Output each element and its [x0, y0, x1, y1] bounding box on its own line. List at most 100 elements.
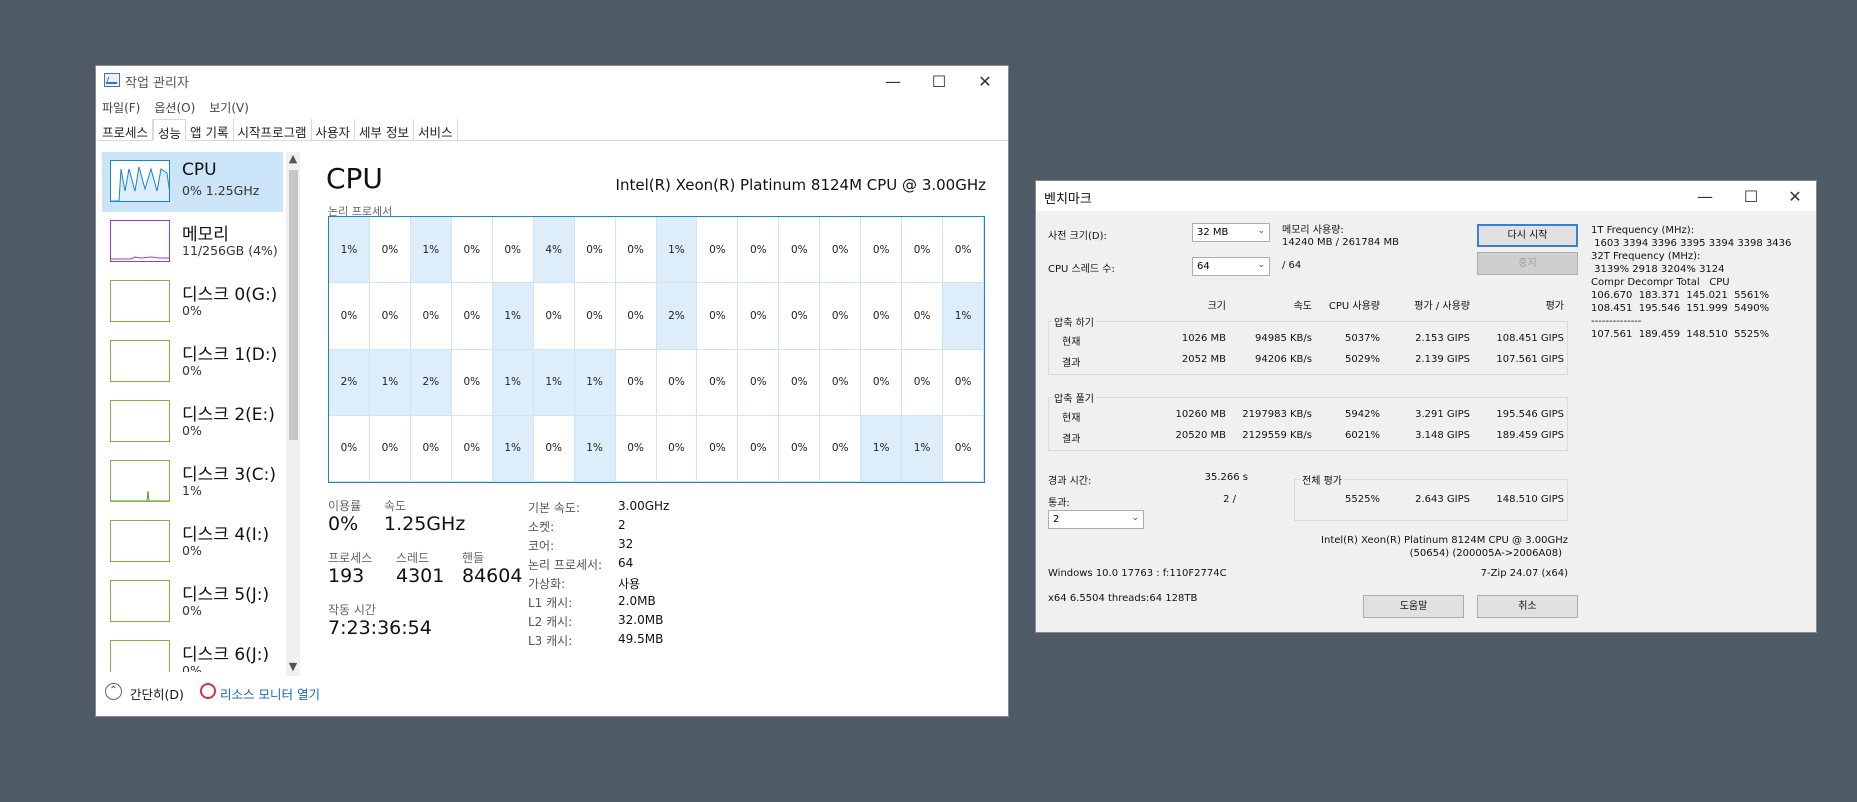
sidebar-item-disk-2[interactable]: 디스크 2(E:) 0%	[102, 392, 283, 452]
minimize-button[interactable]: —	[1682, 181, 1728, 211]
logical-processor-cell: 2%	[329, 349, 370, 416]
spec-label: L1 캐시:	[528, 596, 573, 610]
column-rating: 평가	[1545, 301, 1564, 312]
logical-processor-cell: 0%	[779, 415, 821, 482]
sidebar-scrollbar[interactable]: ▲ ▼	[286, 152, 300, 676]
tab-performance[interactable]: 성능	[153, 119, 187, 141]
cell-speed: 94206 KB/s	[1255, 354, 1312, 365]
sidebar-item-disk-6[interactable]: 디스크 6(J:) 0%	[102, 632, 283, 672]
benchmark-window: 벤치마크 — ☐ ✕ 사전 크기(D): 32 MB ⌄ 메모리 사용량: 14…	[1035, 180, 1817, 633]
tab-app-history[interactable]: 앱 기록	[186, 119, 234, 141]
sidebar-item-disk-3[interactable]: 디스크 3(C:) 1%	[102, 452, 283, 512]
processes-value: 193	[328, 565, 365, 587]
sidebar-item-disk-4[interactable]: 디스크 4(I:) 0%	[102, 512, 283, 572]
resource-monitor-icon[interactable]	[200, 683, 216, 699]
spec-label: L2 캐시:	[528, 615, 573, 629]
cpu-threads-select[interactable]: 64 ⌄	[1192, 257, 1270, 276]
logical-processor-cell: 1%	[861, 415, 903, 482]
maximize-button[interactable]: ☐	[916, 66, 962, 96]
restart-button[interactable]: 다시 시작	[1477, 224, 1578, 247]
disk-thumbnail-graph	[110, 580, 170, 622]
cancel-button[interactable]: 취소	[1477, 595, 1578, 618]
maximize-button[interactable]: ☐	[1728, 181, 1774, 211]
sidebar-item-value: 0%	[182, 603, 202, 618]
disk-thumbnail-graph	[110, 460, 170, 502]
logical-processor-cell: 1%	[492, 349, 534, 416]
logical-processor-cell: 0%	[697, 283, 739, 350]
uptime-label: 작동 시간	[328, 603, 376, 617]
cpu-info-line1: Intel(R) Xeon(R) Platinum 8124M CPU @ 3.…	[1321, 535, 1568, 546]
window-title: 벤치마크	[1044, 192, 1092, 207]
page-title: CPU	[326, 162, 383, 195]
sidebar-item-cpu[interactable]: CPU 0% 1.25GHz	[102, 152, 283, 212]
fewer-details-button[interactable]: 간단히(D)	[130, 684, 184, 703]
cpu-thumbnail-graph	[110, 160, 170, 202]
memory-usage-label: 메모리 사용량:	[1282, 225, 1344, 236]
sidebar-item-disk-5[interactable]: 디스크 5(J:) 0%	[102, 572, 283, 632]
decompress-group	[1048, 397, 1568, 451]
sidebar-item-disk-0[interactable]: 디스크 0(G:) 0%	[102, 272, 283, 332]
logical-processor-cell: 0%	[820, 217, 862, 284]
logical-processor-cell: 0%	[451, 415, 493, 482]
logical-processor-cell: 0%	[779, 349, 821, 416]
logical-processor-cell: 0%	[656, 415, 698, 482]
logical-processor-cell: 1%	[369, 349, 411, 416]
sidebar-item-label: 디스크 3(C:)	[182, 465, 277, 485]
logical-processor-cell: 0%	[451, 217, 493, 284]
cpu-threads-label: CPU 스레드 수:	[1048, 264, 1115, 275]
open-resource-monitor-link[interactable]: 리소스 모니터 열기	[220, 684, 320, 703]
logical-processor-cell: 0%	[574, 283, 616, 350]
logical-processor-cell: 0%	[943, 217, 984, 284]
column-size: 크기	[1207, 301, 1226, 312]
sidebar-item-value: 0%	[182, 663, 202, 672]
logical-processor-cell: 1%	[410, 217, 452, 284]
logical-processor-cell: 0%	[779, 283, 821, 350]
logical-processor-cell: 0%	[451, 283, 493, 350]
uptime-value: 7:23:36:54	[328, 617, 432, 639]
tab-details[interactable]: 세부 정보	[355, 119, 415, 141]
minimize-button[interactable]: —	[870, 66, 916, 96]
tab-users[interactable]: 사용자	[312, 119, 356, 141]
close-button[interactable]: ✕	[962, 66, 1008, 96]
tab-services[interactable]: 서비스	[414, 119, 458, 141]
column-cpu-usage: CPU 사용량	[1328, 301, 1380, 312]
logical-processor-cell: 0%	[656, 349, 698, 416]
elapsed-value: 35.266 s	[1204, 472, 1248, 483]
footer: ⌃ 간단히(D) 리소스 모니터 열기	[96, 674, 1008, 714]
elapsed-label: 경과 시간:	[1048, 476, 1092, 487]
menu-view[interactable]: 보기(V)	[209, 96, 249, 118]
scroll-up-icon[interactable]: ▲	[286, 152, 300, 168]
disk-thumbnail-graph	[110, 400, 170, 442]
logical-processor-cell: 0%	[615, 415, 657, 482]
help-button[interactable]: 도움말	[1363, 595, 1464, 618]
tab-processes[interactable]: 프로세스	[98, 119, 154, 141]
menu-options[interactable]: 옵션(O)	[154, 96, 195, 118]
sidebar-item-label: 디스크 5(J:)	[182, 585, 270, 605]
spec-value: 2	[618, 518, 626, 532]
sidebar-item-memory[interactable]: 메모리 11/256GB (4%)	[102, 212, 283, 272]
logical-processor-cell: 0%	[410, 415, 452, 482]
sidebar-item-disk-1[interactable]: 디스크 1(D:) 0%	[102, 332, 283, 392]
title-bar: 작업 관리자 — ☐ ✕	[96, 66, 1008, 96]
logical-processor-cell: 0%	[943, 415, 984, 482]
passes-select[interactable]: 2 ⌄	[1048, 510, 1144, 529]
chevron-up-icon[interactable]: ⌃	[105, 683, 122, 700]
cell-cpu: 6021%	[1345, 430, 1380, 441]
scrollbar-thumb[interactable]	[289, 170, 298, 440]
logical-processor-cell: 0%	[451, 349, 493, 416]
title-bar: 벤치마크 — ☐ ✕	[1036, 181, 1816, 211]
cpu-info-line2: (50654) (200005A->2006A08)	[1409, 548, 1562, 559]
cell-rating-usage: 3.148 GIPS	[1415, 430, 1470, 441]
dictionary-size-select[interactable]: 32 MB ⌄	[1192, 223, 1270, 242]
disk-thumbnail-graph	[110, 520, 170, 562]
total-rating-label: 전체 평가	[1300, 472, 1344, 487]
stop-button[interactable]: 중지	[1477, 252, 1578, 275]
logical-processor-cell: 1%	[492, 415, 534, 482]
logical-processor-cell: 0%	[861, 283, 903, 350]
tab-startup[interactable]: 시작프로그램	[234, 119, 312, 141]
cpu-threads-max: / 64	[1282, 260, 1302, 271]
close-button[interactable]: ✕	[1772, 181, 1818, 211]
cell-cpu: 5942%	[1345, 409, 1380, 420]
menu-file[interactable]: 파일(F)	[102, 96, 140, 118]
sidebar-item-label: 디스크 1(D:)	[182, 345, 278, 365]
